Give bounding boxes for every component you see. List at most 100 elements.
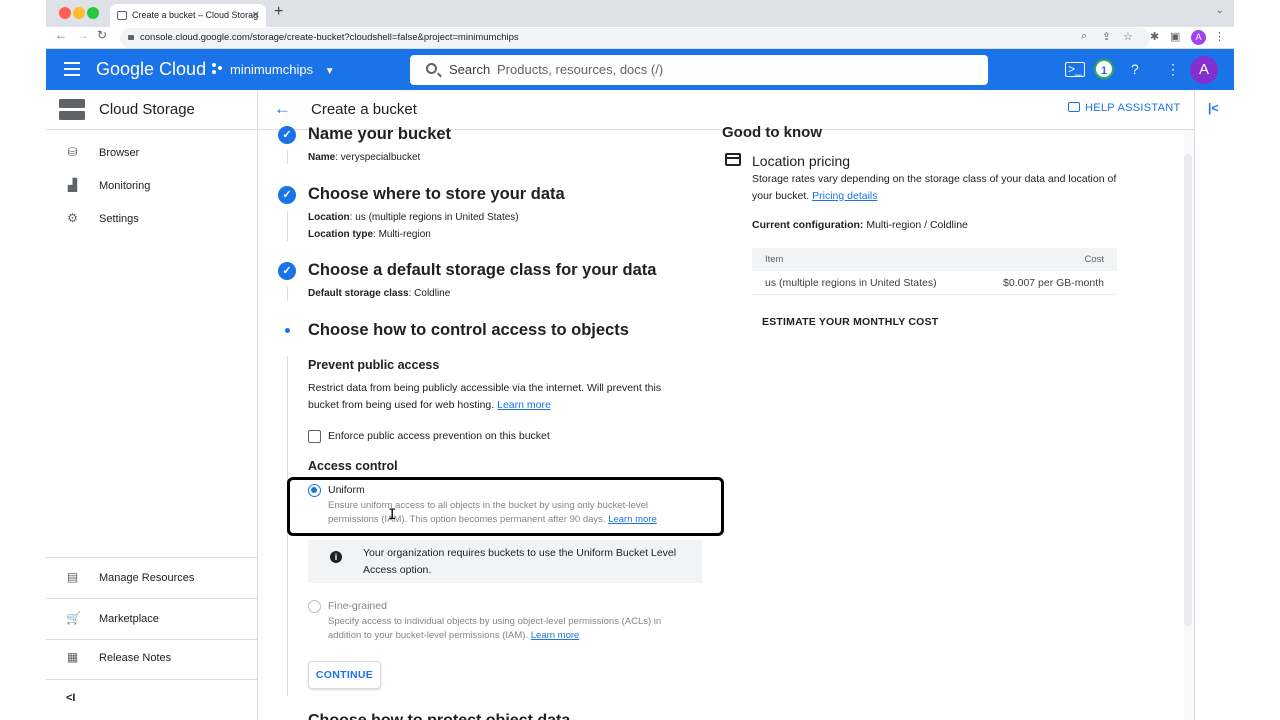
- summary-value: : Coldline: [408, 288, 451, 299]
- sidebar-item-label: Manage Resources: [99, 572, 195, 584]
- collapse-panel-icon[interactable]: |<: [1208, 101, 1218, 115]
- account-avatar[interactable]: A: [1190, 56, 1218, 84]
- continue-button[interactable]: CONTINUE: [308, 661, 381, 689]
- minimize-window-button[interactable]: [73, 7, 85, 19]
- sidebar-item-browser[interactable]: ⛁ Browser: [46, 138, 258, 168]
- step-storage-class-title[interactable]: Choose a default storage class for your …: [308, 261, 656, 280]
- notifications-badge[interactable]: 1: [1094, 59, 1114, 79]
- enforce-public-prevention-checkbox[interactable]: [308, 430, 321, 443]
- prevent-public-heading: Prevent public access: [308, 358, 440, 372]
- pricing-details-link[interactable]: Pricing details: [812, 190, 877, 202]
- info-text: Your organization requires buckets to us…: [363, 547, 677, 576]
- learn-more-link[interactable]: Learn more: [497, 399, 551, 411]
- step-storage-class-summary: Default storage class: Coldline: [308, 288, 450, 299]
- more-menu-icon[interactable]: ⋮: [1214, 30, 1225, 43]
- zoom-window-button[interactable]: [87, 7, 99, 19]
- url-field[interactable]: console.cloud.google.com/storage/create-…: [120, 28, 1150, 48]
- sidepanel-icon[interactable]: ▣: [1170, 30, 1180, 43]
- column-header-item: Item: [765, 254, 784, 265]
- help-assistant-label: HELP ASSISTANT: [1085, 102, 1181, 114]
- new-tab-icon[interactable]: +: [274, 3, 283, 21]
- pricing-description: Storage rates vary depending on the stor…: [752, 173, 1117, 202]
- good-to-know-title: Good to know: [722, 124, 822, 141]
- sidebar-item-label: Marketplace: [99, 613, 159, 625]
- summary-value: : veryspecialbucket: [335, 152, 421, 163]
- text-cursor-icon: I: [388, 507, 397, 523]
- summary-key: Location: [308, 212, 350, 223]
- sidebar-item-manage-resources[interactable]: ▤ Manage Resources: [46, 563, 258, 593]
- search-input[interactable]: Search Products, resources, docs (/): [410, 55, 988, 85]
- sidebar-divider: [46, 679, 258, 680]
- share-icon[interactable]: ⇪: [1102, 30, 1111, 43]
- notes-icon: ▦: [66, 650, 79, 664]
- sidebar-item-settings[interactable]: ⚙ Settings: [46, 204, 258, 234]
- extensions-icon[interactable]: ✱: [1150, 30, 1159, 43]
- tab-strip: Create a bucket – Cloud Storag ✕ + ⌄: [46, 0, 1234, 27]
- back-icon[interactable]: ←: [55, 28, 67, 42]
- check-icon: ✓: [278, 126, 296, 144]
- sidebar-title: Cloud Storage: [99, 101, 195, 118]
- location-pricing-title: Location pricing: [752, 153, 851, 169]
- folder-gear-icon: ▤: [66, 570, 79, 584]
- summary-key: Name: [308, 152, 336, 163]
- sidebar-item-marketplace[interactable]: 🛒 Marketplace: [46, 604, 258, 634]
- uniform-description: Ensure uniform access to all objects in …: [328, 499, 678, 526]
- step-access-title[interactable]: Choose how to control access to objects: [308, 321, 629, 340]
- chevron-down-icon[interactable]: ⌄: [1216, 5, 1224, 16]
- screen-margin-right: [1234, 0, 1280, 720]
- cost-table: Item Cost us (multiple regions in United…: [752, 248, 1117, 295]
- chevron-down-icon: ▼: [324, 66, 335, 77]
- uniform-label: Uniform: [328, 484, 365, 496]
- step-location-title[interactable]: Choose where to store your data: [308, 185, 565, 204]
- page-title: Create a bucket: [311, 101, 417, 118]
- step-location-summary: Location: us (multiple regions in United…: [308, 212, 519, 223]
- step-name-title[interactable]: Name your bucket: [308, 125, 451, 144]
- reload-icon[interactable]: ↻: [97, 28, 107, 42]
- active-tab[interactable]: Create a bucket – Cloud Storag ✕: [110, 4, 266, 27]
- sidebar-item-monitoring[interactable]: ▟ Monitoring: [46, 171, 258, 201]
- project-picker[interactable]: minimumchips ▼: [212, 62, 335, 77]
- check-icon: ✓: [278, 186, 296, 204]
- sidebar-divider: [46, 639, 258, 640]
- next-step-title[interactable]: Choose how to protect object data: [308, 712, 570, 720]
- sidebar-item-release-notes[interactable]: ▦ Release Notes: [46, 643, 258, 673]
- fine-grained-label: Fine-grained: [328, 600, 387, 612]
- bookmark-star-icon[interactable]: ☆: [1123, 30, 1133, 43]
- access-control-heading: Access control: [308, 459, 398, 473]
- profile-avatar[interactable]: A: [1191, 30, 1206, 45]
- location-pricing-text: Storage rates vary depending on the stor…: [752, 171, 1118, 204]
- cloud-shell-icon[interactable]: >_: [1065, 62, 1085, 77]
- bucket-icon: ⛁: [67, 145, 78, 159]
- current-step-indicator: [285, 328, 290, 333]
- more-options-icon[interactable]: ⋮: [1166, 61, 1180, 78]
- estimate-monthly-cost-button[interactable]: ESTIMATE YOUR MONTHLY COST: [762, 316, 938, 328]
- sidebar-divider: [46, 129, 258, 130]
- fine-grained-radio[interactable]: [308, 600, 321, 613]
- close-window-button[interactable]: [59, 7, 71, 19]
- learn-more-link[interactable]: Learn more: [531, 630, 580, 641]
- collapse-sidebar-icon[interactable]: <I: [66, 692, 75, 704]
- chart-icon: ▟: [67, 178, 78, 192]
- scrollbar-thumb[interactable]: [1184, 154, 1192, 626]
- org-policy-info-banner: i Your organization requires buckets to …: [308, 540, 702, 583]
- help-assistant-button[interactable]: HELP ASSISTANT: [1068, 102, 1181, 114]
- uniform-radio[interactable]: [308, 484, 321, 497]
- hamburger-menu-icon[interactable]: [64, 62, 80, 76]
- chat-icon: [1068, 102, 1080, 112]
- close-tab-icon[interactable]: ✕: [252, 4, 260, 27]
- help-icon[interactable]: ?: [1131, 61, 1139, 77]
- zoom-icon[interactable]: ⌕: [1081, 30, 1087, 43]
- project-name: minimumchips: [230, 62, 314, 77]
- summary-value: : Multi-region: [373, 229, 431, 240]
- right-rail: |<: [1194, 90, 1234, 720]
- sidebar: Cloud Storage ⛁ Browser ▟ Monitoring ⚙ S…: [46, 90, 258, 720]
- back-arrow-icon[interactable]: ←: [274, 99, 291, 119]
- learn-more-link[interactable]: Learn more: [608, 514, 657, 525]
- table-row: us (multiple regions in United States) $…: [752, 271, 1117, 295]
- check-icon: ✓: [278, 262, 296, 280]
- summary-key: Default storage class: [308, 288, 409, 299]
- console-header: Google Cloud minimumchips ▼ Search Produ…: [46, 49, 1234, 90]
- forward-icon[interactable]: →: [77, 28, 89, 42]
- checkbox-label: Enforce public access prevention on this…: [328, 430, 550, 442]
- google-cloud-logo[interactable]: Google Cloud: [96, 59, 206, 80]
